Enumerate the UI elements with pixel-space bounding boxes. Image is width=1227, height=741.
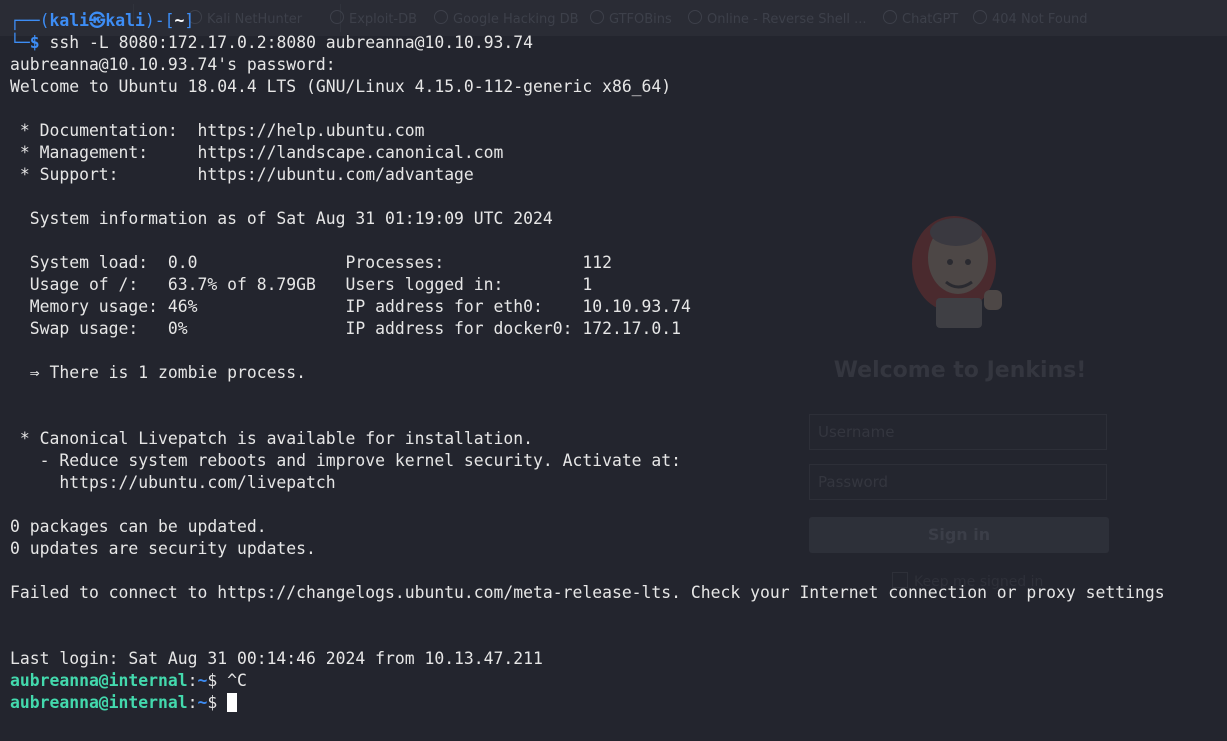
kali-at-icon: ㉿: [88, 11, 106, 30]
output-line: 0 updates are security updates.: [10, 539, 316, 558]
remote-prompt-path: ~: [197, 693, 208, 712]
remote-prompt-path: ~: [197, 671, 208, 690]
output-line: * Canonical Livepatch is available for i…: [10, 429, 534, 448]
prompt-host: kali: [105, 11, 145, 30]
terminal-cursor: [227, 693, 238, 712]
output-line: Swap usage: 0% IP address for docker0: 1…: [10, 319, 682, 338]
output-line: aubreanna@10.10.93.74's password:: [10, 55, 336, 74]
kali-prompt-command-line: └─$ ssh -L 8080:172.17.0.2:8080 aubreann…: [10, 33, 534, 52]
prompt-directory: ~: [174, 11, 185, 30]
remote-prompt-input: ^C: [227, 671, 247, 690]
remote-prompt-line-active[interactable]: aubreanna@internal:~$: [10, 692, 1220, 714]
terminal-window[interactable]: Kali NetHunter Exploit-DB Google Hacking…: [0, 0, 1227, 741]
output-line: Memory usage: 46% IP address for eth0: 1…: [10, 297, 691, 316]
terminal-output[interactable]: ┌──(kali㉿kali)-[~] └─$ ssh -L 8080:172.1…: [10, 10, 1220, 714]
output-line: Last login: Sat Aug 31 00:14:46 2024 fro…: [10, 649, 543, 668]
output-line: Welcome to Ubuntu 18.04.4 LTS (GNU/Linux…: [10, 77, 672, 96]
remote-prompt-user-host: aubreanna@internal: [10, 693, 188, 712]
remote-prompt-user-host: aubreanna@internal: [10, 671, 188, 690]
output-line: System load: 0.0 Processes: 112: [10, 253, 612, 272]
output-line: Usage of /: 63.7% of 8.79GB Users logged…: [10, 275, 593, 294]
output-line: ⇒ There is 1 zombie process.: [10, 363, 307, 382]
prompt-user: kali: [49, 11, 89, 30]
output-line: 0 packages can be updated.: [10, 517, 267, 536]
command-output: aubreanna@10.10.93.74's password: Welcom…: [10, 54, 1220, 670]
output-line: System information as of Sat Aug 31 01:1…: [10, 209, 553, 228]
output-line: - Reduce system reboots and improve kern…: [10, 451, 682, 470]
output-line: * Documentation: https://help.ubuntu.com: [10, 121, 425, 140]
kali-prompt-header: ┌──(kali㉿kali)-[~]: [10, 11, 195, 30]
output-line: https://ubuntu.com/livepatch: [10, 473, 336, 492]
output-line: * Management: https://landscape.canonica…: [10, 143, 504, 162]
ssh-command: ssh -L 8080:172.17.0.2:8080 aubreanna@10…: [49, 33, 534, 52]
remote-prompt-line: aubreanna@internal:~$ ^C: [10, 671, 247, 690]
output-line: * Support: https://ubuntu.com/advantage: [10, 165, 474, 184]
output-line: Failed to connect to https://changelogs.…: [10, 583, 1165, 602]
